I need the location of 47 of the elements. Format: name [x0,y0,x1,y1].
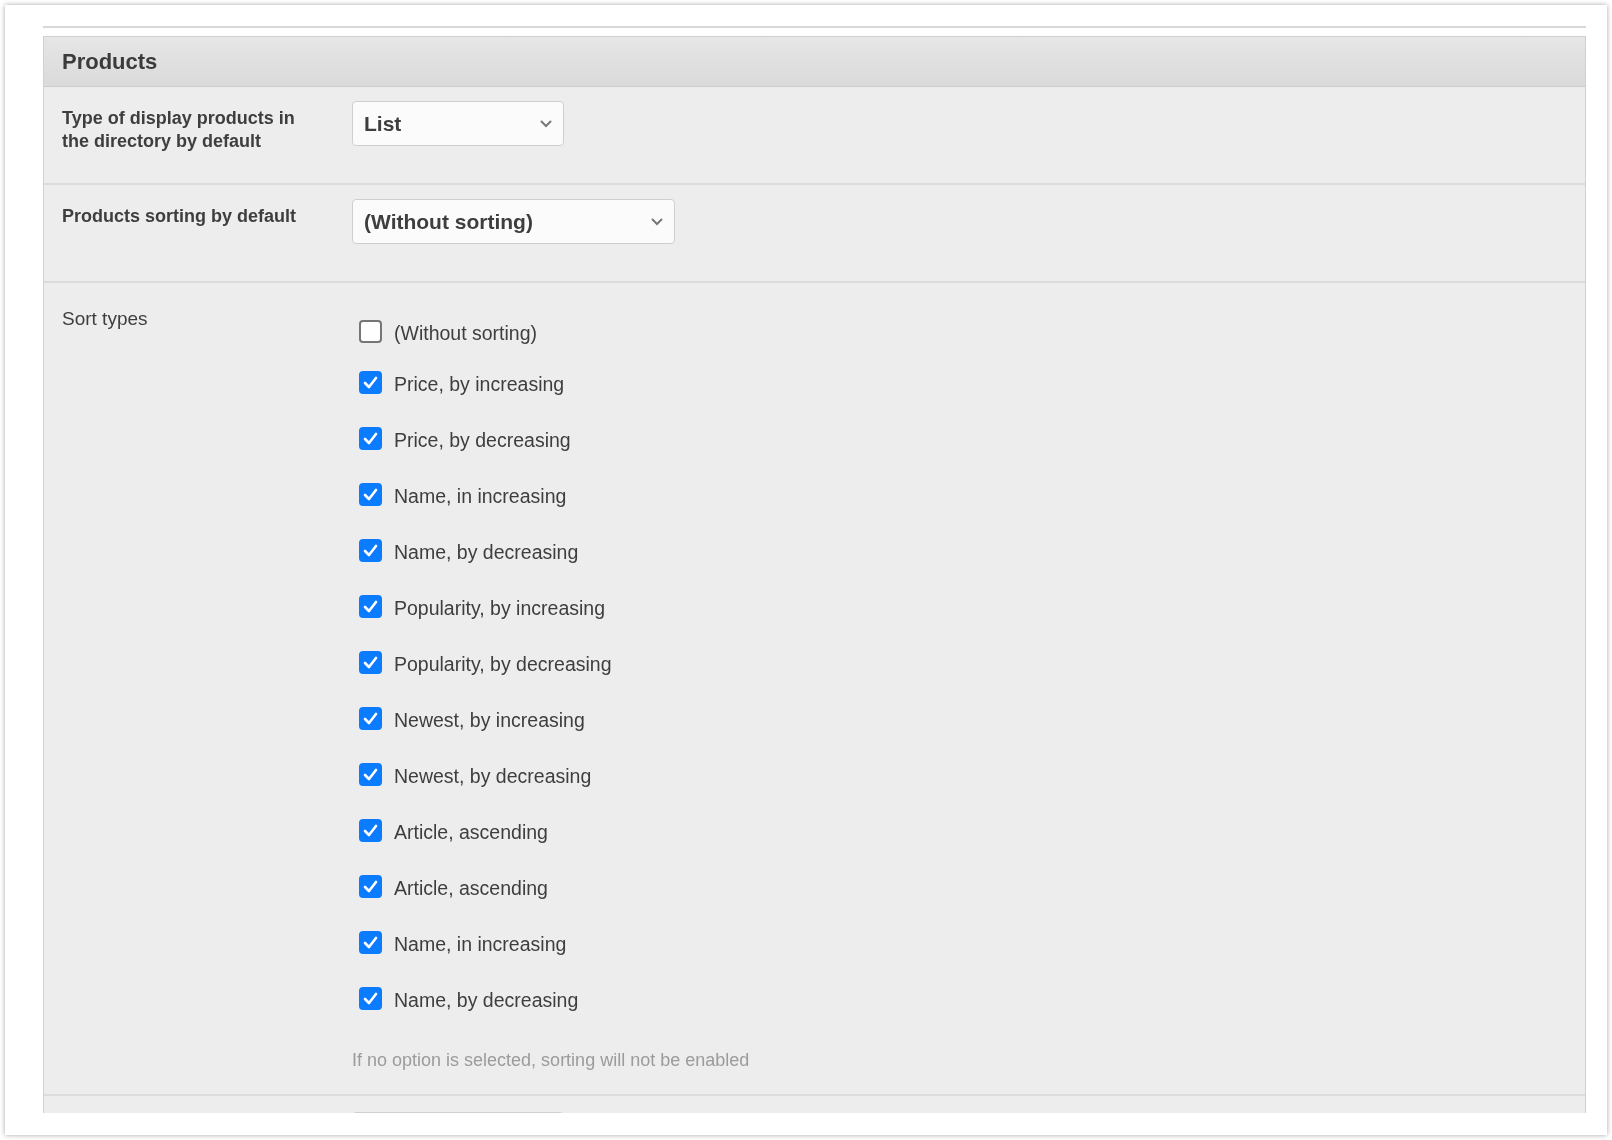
setting-label: Type of display products in the directory by default [62,107,296,153]
checkbox[interactable] [359,930,382,954]
checkbox[interactable] [359,426,382,450]
check-icon [363,711,378,725]
checkbox-label: Name, by decreasing [394,540,579,566]
checkbox-label: Newest, by decreasing [394,764,592,790]
checkbox-label: Popularity, by decreasing [394,652,612,678]
checkbox[interactable] [359,874,382,898]
checkbox-label: Article, ascending [394,876,548,902]
hint-text: If no option is selected, sorting will not be enabled [352,1049,750,1072]
chevron-down-icon [540,119,552,128]
check-icon [363,375,378,389]
checkbox[interactable] [359,706,382,730]
checkbox[interactable] [359,650,382,674]
check-icon [363,879,378,893]
check-icon [363,935,378,949]
checkbox-label: Newest, by increasing [394,708,585,734]
checkbox[interactable] [359,818,382,842]
check-icon [363,431,378,445]
checkbox[interactable] [359,538,382,562]
check-icon [363,991,378,1005]
checkbox-label: Article, ascending [394,820,548,846]
checkbox[interactable] [359,482,382,506]
checkbox-label: Popularity, by increasing [394,596,605,622]
checkbox-label: Name, by decreasing [394,988,579,1014]
checkbox-label: Price, by decreasing [394,428,571,454]
checkbox-label: Name, in increasing [394,484,567,510]
setting-label: Products sorting by default [62,205,298,228]
checkbox[interactable] [359,319,382,343]
select-field[interactable]: List [352,101,564,146]
check-icon [363,543,378,557]
check-icon [363,823,378,837]
select-field[interactable]: (Without sorting) [352,199,675,244]
checkbox-label: Price, by increasing [394,372,565,398]
panel-title: Products [62,48,158,76]
check-icon [363,767,378,781]
check-icon [363,599,378,613]
chevron-down-icon [651,217,663,226]
checkbox[interactable] [359,370,382,394]
check-icon [363,487,378,501]
setting-label: Sort types [62,307,149,331]
checkbox[interactable] [359,986,382,1010]
checkbox-label: (Without sorting) [394,321,538,347]
checkbox[interactable] [359,594,382,618]
checkbox[interactable] [359,762,382,786]
checkbox-label: Name, in increasing [394,932,567,958]
check-icon [363,655,378,669]
